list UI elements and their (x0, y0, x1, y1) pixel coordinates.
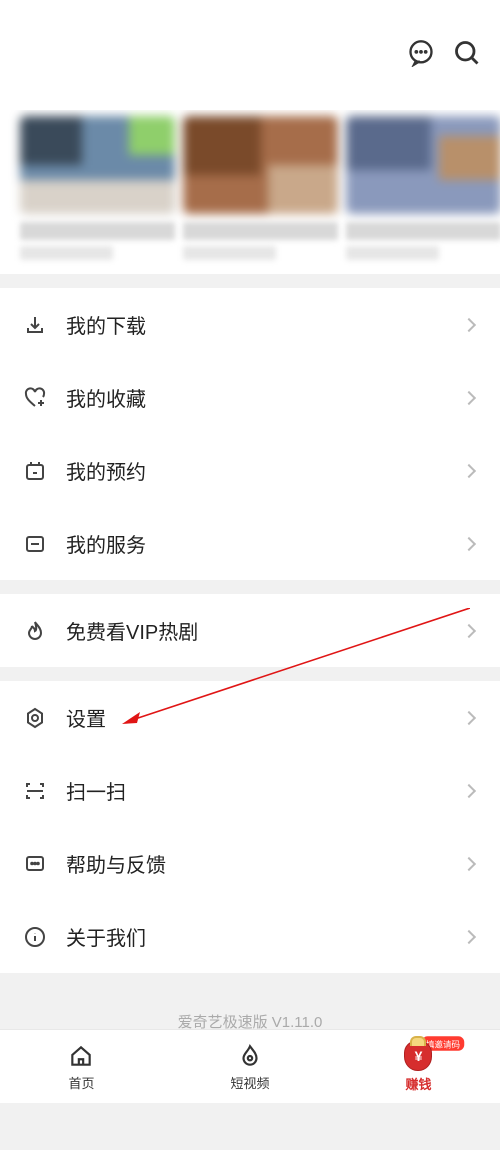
menu-group-personal: 我的下载 我的收藏 我的预约 我的服务 (0, 288, 500, 580)
calendar-icon (22, 458, 48, 484)
feedback-icon (22, 851, 48, 877)
home-icon (67, 1042, 95, 1070)
chevron-right-icon (462, 783, 476, 797)
messages-icon[interactable] (406, 38, 436, 68)
chevron-right-icon (462, 623, 476, 637)
menu-group-vip: 免费看VIP热剧 (0, 594, 500, 667)
chevron-right-icon (462, 317, 476, 331)
menu-scan[interactable]: 扫一扫 (0, 754, 500, 827)
menu-label: 我的收藏 (66, 383, 446, 412)
download-icon (22, 312, 48, 338)
menu-group-system: 设置 扫一扫 帮助与反馈 关于我们 (0, 681, 500, 973)
header (0, 0, 500, 110)
chevron-right-icon (462, 929, 476, 943)
tab-short-video[interactable]: 短视频 (230, 1042, 269, 1092)
menu-free-vip[interactable]: 免费看VIP热剧 (0, 594, 500, 667)
money-bag-icon: ¥ (404, 1041, 432, 1071)
tab-label: 短视频 (230, 1073, 269, 1092)
menu-reservations[interactable]: 我的预约 (0, 434, 500, 507)
menu-label: 关于我们 (66, 922, 446, 951)
menu-label: 免费看VIP热剧 (66, 616, 446, 645)
bottom-tabbar: 首页 短视频 填邀请码 ¥ 赚钱 (0, 1029, 500, 1103)
history-thumbnails[interactable] (0, 110, 500, 274)
menu-label: 扫一扫 (66, 776, 446, 805)
menu-label: 我的下载 (66, 310, 446, 339)
menu-label: 设置 (66, 703, 446, 732)
gear-icon (22, 705, 48, 731)
menu-label: 帮助与反馈 (66, 849, 446, 878)
menu-services[interactable]: 我的服务 (0, 507, 500, 580)
menu-downloads[interactable]: 我的下载 (0, 288, 500, 361)
fire-icon (22, 618, 48, 644)
menu-favorites[interactable]: 我的收藏 (0, 361, 500, 434)
tab-home[interactable]: 首页 (67, 1042, 95, 1092)
scan-icon (22, 778, 48, 804)
history-item[interactable] (20, 116, 175, 260)
tab-label: 赚钱 (405, 1074, 431, 1093)
heart-plus-icon (22, 385, 48, 411)
history-item[interactable] (183, 116, 338, 260)
services-icon (22, 531, 48, 557)
menu-help[interactable]: 帮助与反馈 (0, 827, 500, 900)
info-icon (22, 924, 48, 950)
chevron-right-icon (462, 856, 476, 870)
menu-about[interactable]: 关于我们 (0, 900, 500, 973)
tab-label: 首页 (68, 1073, 94, 1092)
chevron-right-icon (462, 710, 476, 724)
menu-settings[interactable]: 设置 (0, 681, 500, 754)
chevron-right-icon (462, 390, 476, 404)
history-item[interactable] (346, 116, 500, 260)
menu-label: 我的服务 (66, 529, 446, 558)
search-icon[interactable] (452, 38, 482, 68)
chevron-right-icon (462, 536, 476, 550)
chevron-right-icon (462, 463, 476, 477)
droplet-fire-icon (236, 1042, 264, 1070)
menu-label: 我的预约 (66, 456, 446, 485)
tab-earn-money[interactable]: 填邀请码 ¥ 赚钱 (404, 1041, 432, 1093)
